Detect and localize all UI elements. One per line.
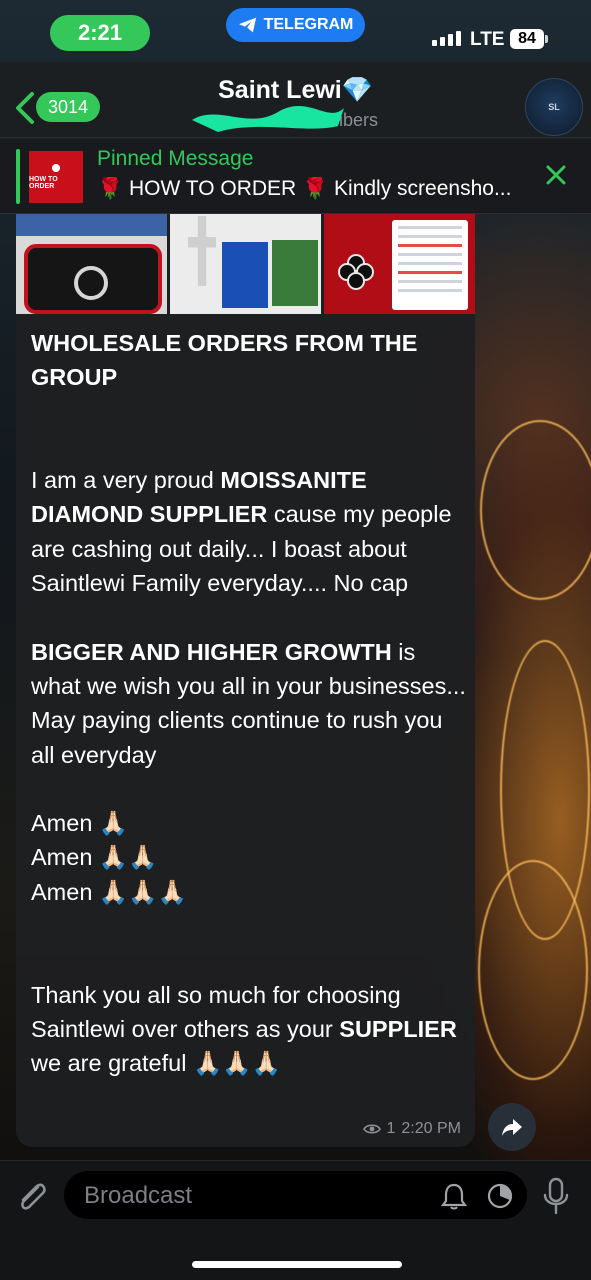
- share-button[interactable]: [488, 1103, 536, 1151]
- pinned-text: 🌹 HOW TO ORDER 🌹 Kindly screensho...: [97, 177, 512, 200]
- wallpaper-filament: [480, 420, 591, 600]
- mic-icon[interactable]: [541, 1177, 571, 1215]
- pinned-label: Pinned Message: [97, 147, 254, 170]
- message-paragraph-1: I am a very proud MOISSANITE DIAMOND SUP…: [31, 467, 452, 597]
- amen-line-1: Amen 🙏🏻: [31, 810, 129, 837]
- battery-tip: [545, 35, 548, 43]
- amen-line-2: Amen 🙏🏻🙏🏻: [31, 844, 158, 871]
- message-text: WHOLESALE ORDERS FROM THE GROUP I am a v…: [31, 326, 471, 1081]
- telegram-pill-label: TELEGRAM: [263, 16, 354, 33]
- eye-icon: [362, 1124, 381, 1134]
- view-count: 1: [386, 1120, 396, 1137]
- message-bubble[interactable]: WHOLESALE ORDERS FROM THE GROUP I am a v…: [16, 214, 475, 1147]
- composer-bar: Broadcast: [0, 1160, 591, 1280]
- photo-ring[interactable]: [16, 214, 167, 314]
- message-heading: WHOLESALE ORDERS FROM THE GROUP: [31, 330, 418, 391]
- photo-album[interactable]: [16, 214, 475, 314]
- message-paragraph-3: Thank you all so much for choosing Saint…: [31, 981, 457, 1077]
- message-paragraph-2: BIGGER AND HIGHER GROWTH is what we wish…: [31, 638, 466, 768]
- network-label: LTE: [470, 29, 505, 50]
- broadcast-input[interactable]: Broadcast: [64, 1171, 527, 1219]
- channel-avatar[interactable]: SL: [525, 78, 583, 136]
- status-time: 2:21: [50, 15, 150, 51]
- photo-cross-pendant[interactable]: [170, 214, 321, 314]
- timer-icon[interactable]: [484, 1181, 516, 1211]
- paperclip-icon[interactable]: [14, 1177, 50, 1217]
- signal-icon: [432, 31, 461, 46]
- message-meta: 1 2:20 PM: [362, 1120, 461, 1138]
- pinned-message-bar[interactable]: HOW TO ORDER Pinned Message 🌹 HOW TO ORD…: [0, 139, 591, 214]
- home-indicator[interactable]: [192, 1261, 402, 1268]
- close-icon[interactable]: [543, 162, 569, 188]
- telegram-pill[interactable]: TELEGRAM: [226, 8, 365, 42]
- telegram-icon: [238, 17, 256, 33]
- pinned-thumbnail: HOW TO ORDER: [29, 151, 83, 203]
- bell-icon[interactable]: [438, 1181, 470, 1211]
- status-bar: 2:21 TELEGRAM LTE 84: [0, 0, 591, 62]
- redaction-scribble: [192, 106, 344, 132]
- broadcast-placeholder: Broadcast: [84, 1182, 193, 1209]
- share-icon: [502, 1119, 522, 1136]
- message-time: 2:20 PM: [401, 1120, 461, 1137]
- battery-icon: 84: [510, 29, 544, 49]
- photo-receipt[interactable]: [324, 214, 475, 314]
- wallpaper-filament: [478, 860, 588, 1080]
- pinned-indicator: [16, 149, 20, 204]
- amen-line-3: Amen 🙏🏻🙏🏻🙏🏻: [31, 878, 187, 905]
